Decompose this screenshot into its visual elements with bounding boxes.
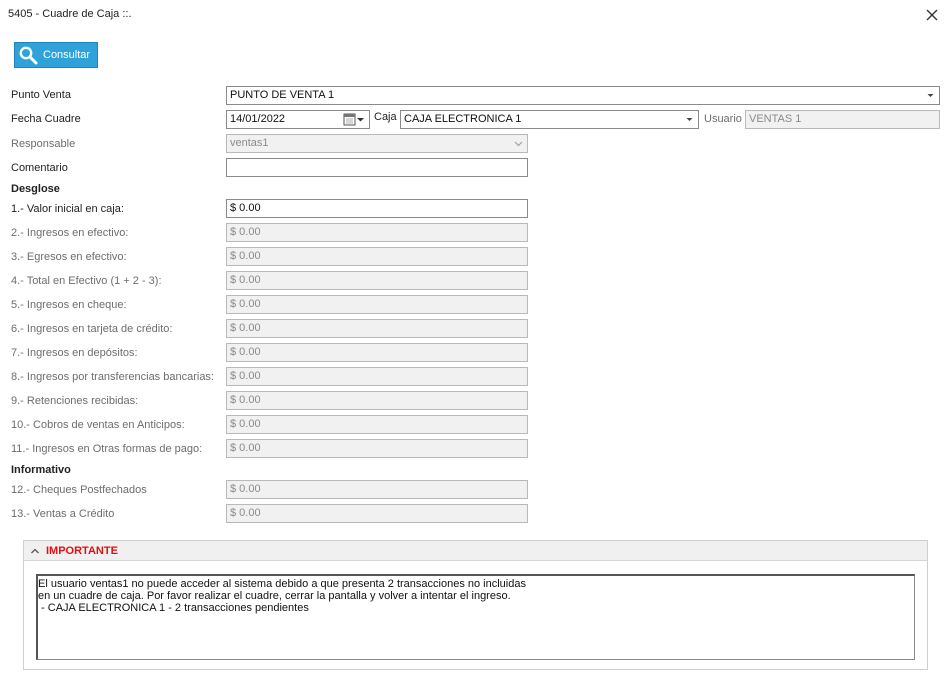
desglose-item-label: 1.- Valor inicial en caja: (11, 203, 124, 215)
cobros-anticipos-field: $ 0.00 (226, 415, 528, 434)
field-value: $ 0.00 (230, 442, 261, 454)
valor-inicial-input[interactable]: $ 0.00 (226, 199, 528, 218)
responsable-value: ventas1 (230, 137, 269, 149)
informativo-item-label: 13.- Ventas a Crédito (11, 508, 115, 520)
punto-venta-label: Punto Venta (11, 89, 71, 101)
ingresos-transferencias-field: $ 0.00 (226, 367, 528, 386)
importante-title: IMPORTANTE (46, 545, 118, 557)
field-value: $ 0.00 (230, 346, 261, 358)
egresos-efectivo-field: $ 0.00 (226, 247, 528, 266)
desglose-item-label: 5.- Ingresos en cheque: (11, 299, 127, 311)
field-value: $ 0.00 (230, 298, 261, 310)
fecha-cuadre-label: Fecha Cuadre (11, 113, 81, 125)
window-title: 5405 - Cuadre de Caja ::. (8, 8, 132, 20)
message-line: El usuario ventas1 no puede acceder al s… (38, 578, 526, 590)
total-efectivo-field: $ 0.00 (226, 271, 528, 290)
informativo-heading: Informativo (11, 464, 71, 476)
ingresos-tarjeta-field: $ 0.00 (226, 319, 528, 338)
responsable-select: ventas1 (226, 134, 528, 153)
desglose-item-label: 11.- Ingresos en Otras formas de pago: (11, 443, 203, 455)
message-line: - CAJA ELECTRONICA 1 - 2 transacciones p… (38, 602, 309, 614)
comentario-input[interactable] (226, 158, 528, 177)
chevron-down-icon (514, 135, 523, 152)
caja-label: Caja (374, 111, 397, 123)
desglose-item-label: 10.- Cobros de ventas en Anticipos: (11, 419, 185, 431)
field-value: $ 0.00 (230, 418, 261, 430)
otras-formas-pago-field: $ 0.00 (226, 439, 528, 458)
field-value: $ 0.00 (230, 322, 261, 334)
comentario-label: Comentario (11, 162, 68, 174)
punto-venta-select[interactable]: PUNTO DE VENTA 1 (226, 86, 940, 105)
field-value: $ 0.00 (230, 202, 261, 214)
ventas-credito-field: $ 0.00 (226, 504, 528, 523)
desglose-item-label: 7.- Ingresos en depósitos: (11, 347, 138, 359)
desglose-heading: Desglose (11, 183, 60, 195)
desglose-item-label: 2.- Ingresos en efectivo: (11, 227, 129, 239)
desglose-item-label: 3.- Egresos en efectivo: (11, 251, 127, 263)
desglose-item-label: 8.- Ingresos por transferencias bancaria… (11, 371, 214, 383)
importante-header[interactable]: IMPORTANTE (24, 541, 927, 561)
desglose-item-label: 9.- Retenciones recibidas: (11, 395, 139, 407)
consultar-label: Consultar (43, 49, 91, 61)
fecha-cuadre-value: 14/01/2022 (230, 113, 286, 125)
field-value: $ 0.00 (230, 394, 261, 406)
punto-venta-value: PUNTO DE VENTA 1 (230, 89, 335, 101)
field-value: $ 0.00 (230, 483, 261, 495)
retenciones-field: $ 0.00 (226, 391, 528, 410)
usuario-label: Usuario (704, 113, 742, 125)
field-value: $ 0.00 (230, 507, 261, 519)
field-value: $ 0.00 (230, 274, 261, 286)
field-value: $ 0.00 (230, 370, 261, 382)
chevron-up-icon[interactable] (30, 546, 40, 556)
desglose-item-label: 4.- Total en Efectivo (1 + 2 - 3): (11, 275, 162, 287)
informativo-item-label: 12.- Cheques Postfechados (11, 484, 147, 496)
usuario-field: VENTAS 1 (745, 110, 940, 129)
cheques-postfechados-field: $ 0.00 (226, 480, 528, 499)
responsable-label: Responsable (11, 138, 76, 150)
field-value: $ 0.00 (230, 250, 261, 262)
field-value: $ 0.00 (230, 226, 261, 238)
calendar-dropdown-icon[interactable] (343, 113, 365, 126)
usuario-value: VENTAS 1 (749, 113, 802, 125)
search-icon (18, 45, 38, 65)
importante-message: El usuario ventas1 no puede acceder al s… (36, 574, 915, 660)
importante-panel: IMPORTANTE El usuario ventas1 no puede a… (23, 540, 928, 670)
fecha-cuadre-input[interactable]: 14/01/2022 (226, 110, 370, 129)
caja-select[interactable]: CAJA ELECTRONICA 1 (400, 110, 699, 129)
ingresos-efectivo-field: $ 0.00 (226, 223, 528, 242)
desglose-item-label: 6.- Ingresos en tarjeta de crédito: (11, 323, 173, 335)
close-icon[interactable] (922, 5, 942, 25)
ingresos-depositos-field: $ 0.00 (226, 343, 528, 362)
chevron-down-icon (926, 87, 935, 104)
ingresos-cheque-field: $ 0.00 (226, 295, 528, 314)
consultar-button[interactable]: Consultar (14, 42, 98, 68)
caja-value: CAJA ELECTRONICA 1 (404, 113, 522, 125)
chevron-down-icon (685, 111, 694, 128)
title-bar: 5405 - Cuadre de Caja ::. (0, 0, 950, 30)
message-line: en un cuadre de caja. Por favor realizar… (38, 590, 511, 602)
